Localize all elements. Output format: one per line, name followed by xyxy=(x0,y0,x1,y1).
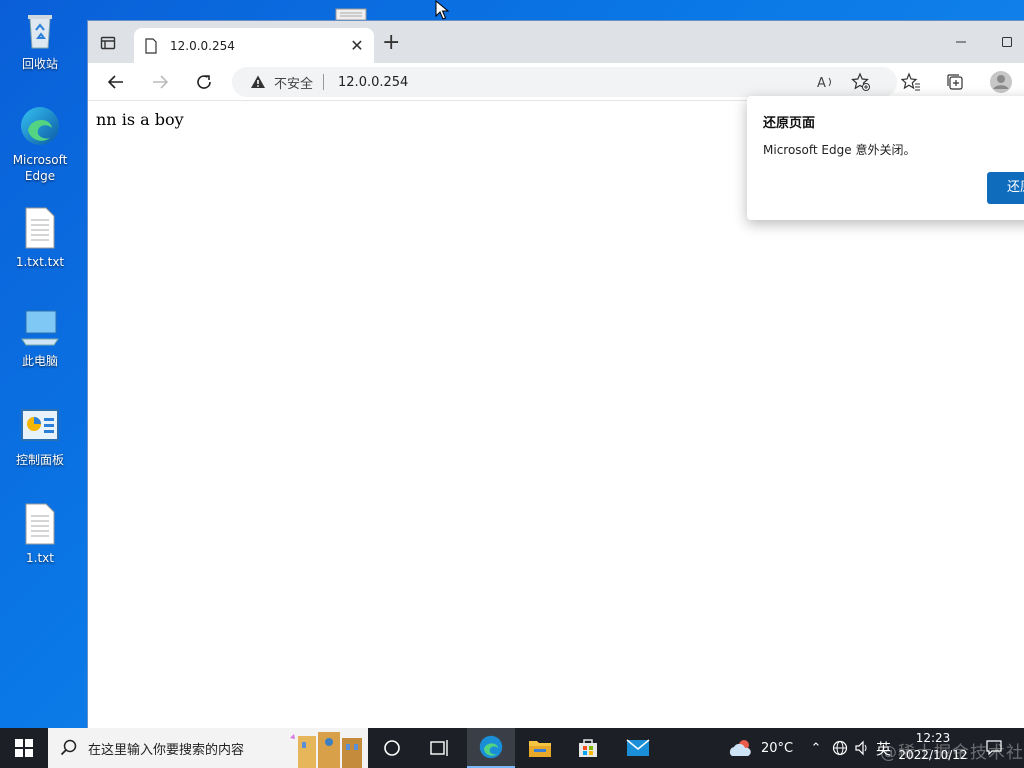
desktop-icon-label: 1.txt.txt xyxy=(15,255,65,269)
address-bar[interactable]: 不安全 12.0.0.254 xyxy=(232,67,897,97)
system-tray: ⌃ 英 xyxy=(808,728,891,768)
notification-icon[interactable] xyxy=(986,739,1002,755)
popup-title: 还原页面 xyxy=(763,116,816,131)
add-favorite-icon[interactable] xyxy=(851,72,871,92)
store-icon xyxy=(579,739,597,757)
mouse-cursor-icon xyxy=(435,0,449,20)
cloudy-weather-icon xyxy=(729,740,751,756)
url-text[interactable]: 12.0.0.254 xyxy=(338,75,408,90)
address-separator xyxy=(323,74,325,90)
network-globe-icon[interactable] xyxy=(832,740,848,756)
computer-icon xyxy=(21,310,59,346)
forward-icon[interactable] xyxy=(150,72,170,92)
watermark-text: @稀土掘金技术社区 xyxy=(880,743,1024,763)
control-panel-icon xyxy=(21,409,59,441)
partial-file-icon xyxy=(335,8,367,20)
text-file-icon xyxy=(25,207,55,249)
weather-temperature: 20°C xyxy=(761,740,794,756)
weather-widget[interactable]: 20°C xyxy=(728,728,793,768)
profile-avatar-icon[interactable] xyxy=(989,70,1013,94)
desktop-icon-recycle-bin[interactable]: 回收站 xyxy=(4,8,76,72)
maximize-icon[interactable] xyxy=(1000,35,1014,49)
page-icon xyxy=(145,37,157,54)
refresh-icon[interactable] xyxy=(194,72,214,92)
taskbar-file-explorer[interactable] xyxy=(516,728,564,768)
desktop-icon-this-pc[interactable]: 此电脑 xyxy=(4,305,76,369)
desktop-icon-file-1txt-txt[interactable]: 1.txt.txt xyxy=(4,206,76,270)
desktop-icon-label: 回收站 xyxy=(21,57,58,71)
security-label[interactable]: 不安全 xyxy=(274,73,313,92)
taskbar-mail[interactable] xyxy=(614,728,662,768)
desktop-icon-control-panel[interactable]: 控制面板 xyxy=(4,404,76,468)
warning-icon[interactable] xyxy=(250,74,266,90)
tab-active[interactable]: 12.0.0.254 ✕ xyxy=(134,28,374,63)
task-view-button[interactable] xyxy=(416,728,464,768)
cortana-icon xyxy=(384,740,400,756)
desktop-icon-edge[interactable]: Microsoft Edge xyxy=(4,104,76,184)
desktop-icon-label: 控制面板 xyxy=(15,453,64,467)
read-aloud-icon[interactable]: A xyxy=(815,72,835,92)
restore-button[interactable]: 还原 xyxy=(987,172,1024,204)
task-view-icon xyxy=(430,740,448,756)
popup-message: Microsoft Edge 意外关闭。 xyxy=(763,143,916,157)
favorites-icon[interactable] xyxy=(901,72,921,92)
taskbar: 在这里输入你要搜索的内容 20°C ⌃ 英 12:23 2022/10/12 @… xyxy=(0,728,1024,768)
taskbar-store[interactable] xyxy=(564,728,612,768)
new-tab-icon[interactable]: + xyxy=(382,32,400,54)
volume-icon[interactable] xyxy=(854,740,870,756)
windows-logo-icon xyxy=(15,739,33,757)
back-icon[interactable] xyxy=(106,72,126,92)
taskbar-search-box[interactable]: 在这里输入你要搜索的内容 xyxy=(48,728,368,768)
desktop-icon-label: 1.txt xyxy=(26,551,54,565)
desktop-icon-label: 此电脑 xyxy=(21,354,58,368)
tray-expand-icon[interactable]: ⌃ xyxy=(808,741,824,756)
restore-pages-popup: 还原页面 Microsoft Edge 意外关闭。 还原 xyxy=(747,96,1024,220)
desktop-icon-label: Microsoft Edge xyxy=(12,153,68,183)
svg-text:A: A xyxy=(817,76,826,91)
search-placeholder: 在这里输入你要搜索的内容 xyxy=(88,742,245,758)
page-body-text: nn is a boy xyxy=(96,110,184,129)
edge-icon xyxy=(479,735,503,759)
mail-icon xyxy=(626,739,650,756)
tab-strip: 12.0.0.254 ✕ + xyxy=(88,21,1024,63)
text-file-icon xyxy=(25,503,55,545)
cortana-button[interactable] xyxy=(368,728,416,768)
folder-icon xyxy=(529,741,551,757)
collections-icon[interactable] xyxy=(945,72,965,92)
desktop-icon-file-1txt[interactable]: 1.txt xyxy=(4,502,76,566)
minimize-icon[interactable] xyxy=(954,35,968,49)
edge-icon xyxy=(21,107,59,145)
search-highlight-illustration xyxy=(288,728,368,768)
start-button[interactable] xyxy=(0,728,48,768)
taskbar-edge[interactable] xyxy=(467,728,515,768)
tab-title: 12.0.0.254 xyxy=(170,38,235,53)
tab-actions-icon[interactable] xyxy=(100,35,116,51)
search-icon xyxy=(60,739,77,756)
close-tab-icon[interactable]: ✕ xyxy=(350,37,364,53)
recycle-bin-icon xyxy=(28,15,52,49)
